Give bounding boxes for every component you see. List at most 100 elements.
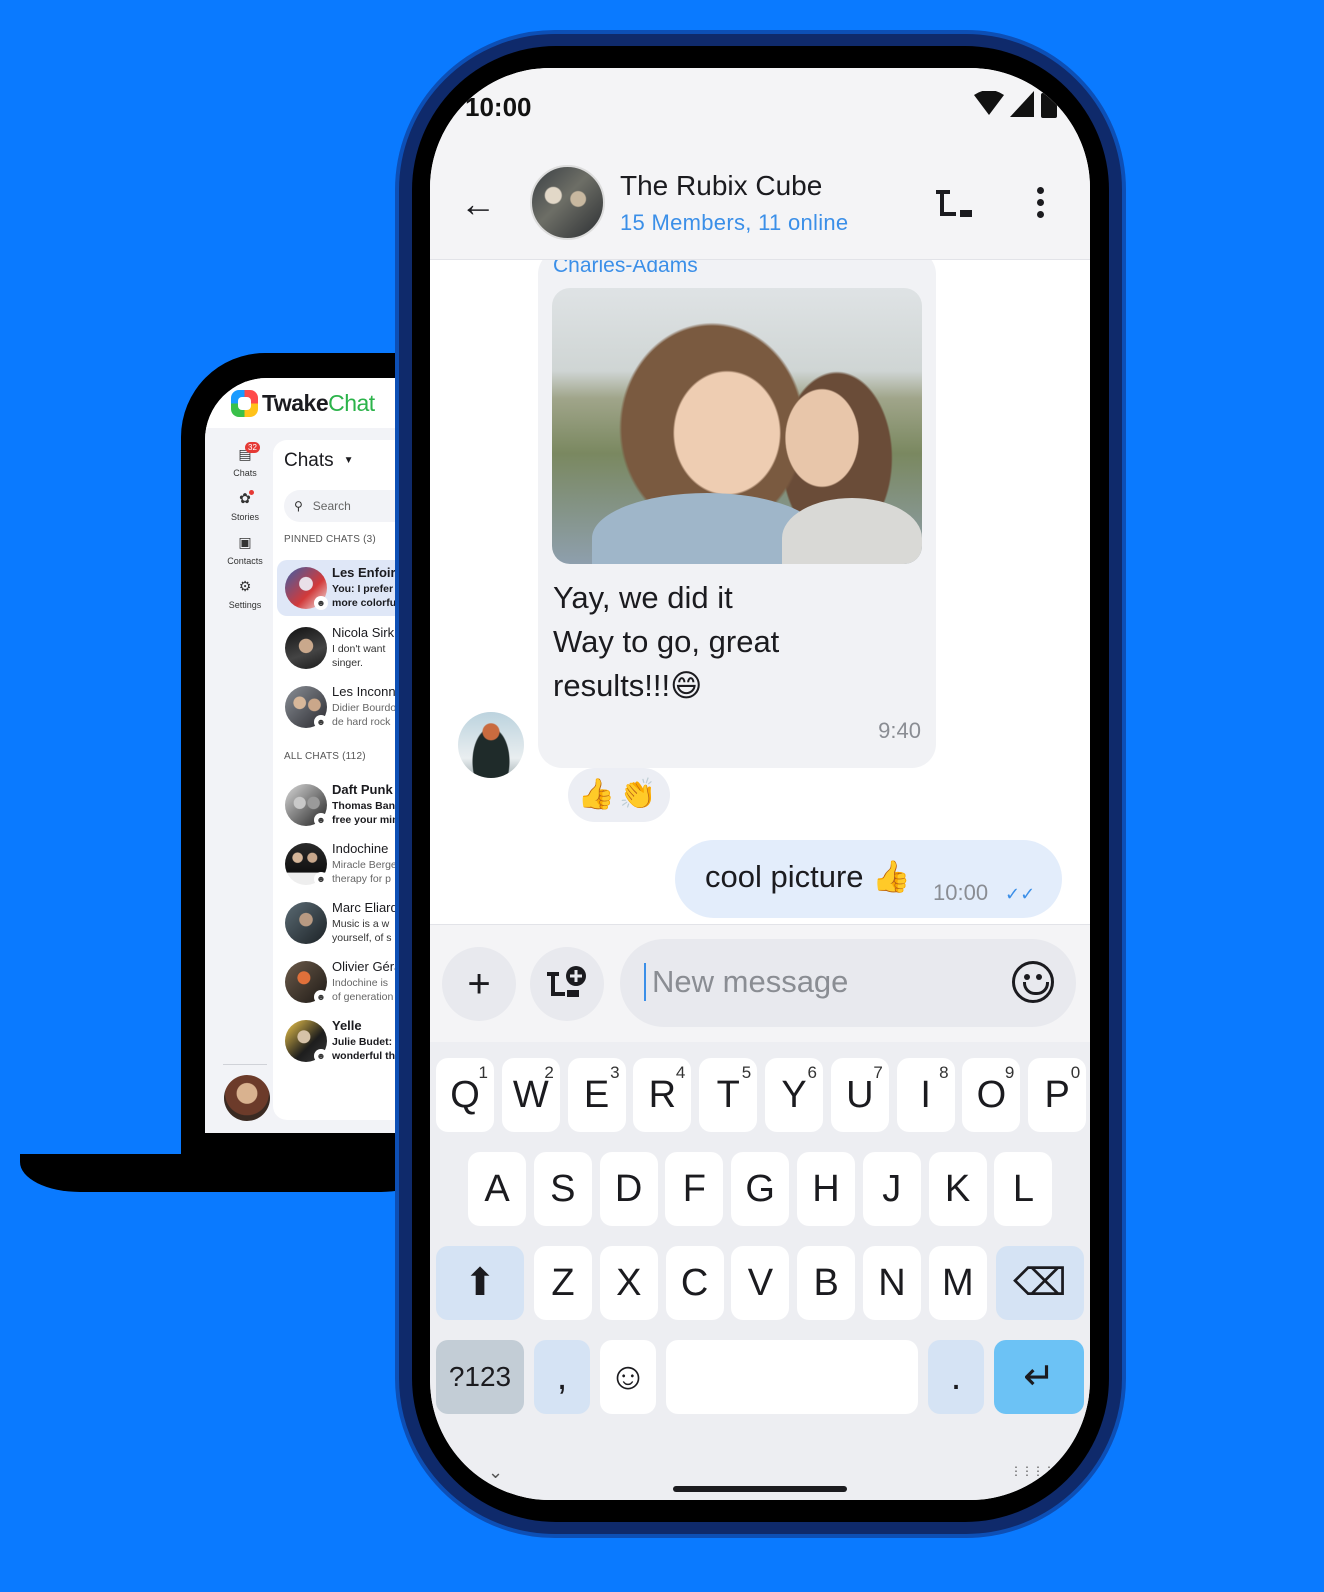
backspace-key[interactable]: ⌫ (996, 1246, 1084, 1320)
signal-icon (1010, 91, 1034, 117)
key-s[interactable]: S (533, 1152, 592, 1226)
my-avatar[interactable] (224, 1075, 270, 1121)
key-n[interactable]: N (863, 1246, 921, 1320)
sender-name[interactable]: Charles-Adams (553, 260, 698, 278)
all-chats-section-header: ALL CHATS (112) (284, 751, 366, 762)
key-k[interactable]: K (928, 1152, 987, 1226)
key-j[interactable]: J (862, 1152, 921, 1226)
task-add-icon (547, 966, 586, 997)
emoji-key[interactable]: ☺ (600, 1340, 656, 1414)
group-members-status: 15 Members, 11 online (620, 210, 849, 235)
message-time: 10:00 (933, 880, 989, 905)
key-hint: 6 (807, 1063, 817, 1082)
battery-icon (1041, 90, 1057, 118)
avatar (285, 627, 327, 669)
status-bar: 10:00 (430, 68, 1090, 154)
key-b[interactable]: B (797, 1246, 856, 1320)
chat-app-bar: ← The Rubix Cube 15 Members, 11 online (430, 154, 1090, 260)
read-receipt-icon: ✓✓ (1005, 884, 1036, 904)
add-attachment-button[interactable]: + (442, 947, 516, 1021)
key-hint: 0 (1070, 1063, 1081, 1082)
chevron-down-icon: ▼ (343, 455, 354, 467)
group-icon: ☻ (314, 990, 328, 1004)
keyboard-switch-icon[interactable]: ⋮⋮⋮⋮ (1010, 1464, 1055, 1478)
emoji-picker-icon[interactable] (1012, 961, 1054, 1003)
add-task-button[interactable] (530, 947, 604, 1021)
message-text: cool picture 👍 (705, 859, 911, 894)
key-hint: 7 (873, 1063, 883, 1082)
key-c[interactable]: C (665, 1246, 724, 1320)
text-cursor (644, 963, 646, 1001)
home-indicator[interactable] (673, 1486, 847, 1492)
message-time: 9:40 (878, 718, 921, 743)
shift-icon: ⬆ (464, 1262, 496, 1304)
key-e[interactable]: E3 (567, 1058, 626, 1132)
twake-logo-icon (231, 389, 258, 417)
pinned-section-header: PINNED CHATS (3) (284, 534, 376, 545)
key-v[interactable]: V (731, 1246, 790, 1320)
shift-key[interactable]: ⬆ (436, 1246, 524, 1320)
chat-list-title[interactable]: Chats ▼ (284, 450, 354, 472)
key-i[interactable]: I8 (896, 1058, 955, 1132)
unread-badge: 32 (245, 442, 260, 453)
key-hint: 9 (1004, 1063, 1015, 1082)
key-q[interactable]: Q1 (436, 1058, 494, 1132)
wifi-icon (974, 91, 1004, 115)
message-text: Yay, we did it Way to go, great results!… (553, 580, 780, 703)
message-timeline[interactable]: Charles-Adams Yay, we did it Way to go, … (430, 260, 1090, 924)
key-h[interactable]: H (797, 1152, 855, 1226)
group-icon: ☻ (314, 715, 328, 729)
on-screen-keyboard: ⌄ ⋮⋮⋮⋮ Q 1 W 2 E 3 R 4 T 5 Y 6 U 7 I 8 O 9 P 0 A S D F G H J K L ⬆ Z X C… (430, 1042, 1090, 1500)
outgoing-message-bubble[interactable]: cool picture 👍 10:00 ✓✓ (675, 840, 1062, 918)
emoji-icon: ☺ (608, 1356, 648, 1398)
laptop-base (20, 1154, 440, 1192)
notification-dot (249, 490, 254, 495)
key-y[interactable]: Y6 (765, 1058, 823, 1132)
sender-avatar[interactable] (458, 712, 524, 778)
group-name[interactable]: The Rubix Cube (620, 170, 822, 202)
group-icon: ☻ (314, 872, 328, 886)
enter-icon: ↵ (1023, 1356, 1055, 1398)
message-reactions[interactable]: 👍👏 (568, 768, 670, 822)
key-o[interactable]: O9 (962, 1058, 1021, 1132)
key-z[interactable]: Z (534, 1246, 592, 1320)
key-hint: 4 (675, 1063, 686, 1082)
message-composer: + New message (430, 924, 1090, 1042)
key-f[interactable]: F (665, 1152, 724, 1226)
symbols-key[interactable]: ?123 (436, 1340, 524, 1414)
key-hint: 8 (939, 1063, 949, 1082)
brand-name: TwakeChat (262, 389, 375, 416)
comma-key[interactable]: , (534, 1340, 590, 1414)
group-icon: ☻ (314, 596, 328, 610)
backspace-icon: ⌫ (1013, 1262, 1067, 1304)
key-t[interactable]: T5 (699, 1058, 758, 1132)
more-vert-icon[interactable] (1030, 182, 1050, 226)
key-a[interactable]: A (468, 1152, 526, 1226)
message-image[interactable] (552, 288, 922, 564)
key-r[interactable]: R4 (633, 1058, 692, 1132)
avatar (285, 902, 327, 944)
key-w[interactable]: W2 (501, 1058, 560, 1132)
collapse-keyboard-icon[interactable]: ⌄ (488, 1462, 503, 1483)
plus-icon: + (467, 962, 491, 1006)
key-hint: 5 (741, 1063, 752, 1082)
key-u[interactable]: U7 (830, 1058, 889, 1132)
message-input[interactable]: New message (620, 939, 1076, 1027)
key-l[interactable]: L (994, 1152, 1053, 1226)
key-d[interactable]: D (599, 1152, 658, 1226)
back-arrow-icon[interactable]: ← (460, 184, 496, 224)
enter-key[interactable]: ↵ (994, 1340, 1084, 1414)
phone-screen: 10:00 ← The Rubix Cube 15 Members, 11 on… (430, 68, 1090, 1500)
key-x[interactable]: X (599, 1246, 658, 1320)
threads-icon[interactable] (932, 184, 974, 226)
space-key[interactable] (666, 1340, 918, 1414)
status-icons (974, 90, 1058, 118)
group-avatar[interactable] (530, 165, 605, 240)
period-key[interactable]: . (928, 1340, 984, 1414)
key-p[interactable]: P0 (1028, 1058, 1087, 1132)
key-g[interactable]: G (731, 1152, 790, 1226)
nav-rail: ▤ 32 Chats ✿ Stories ▣ Contacts ⚙ Setting… (205, 428, 270, 1133)
key-hint: 2 (544, 1063, 554, 1082)
key-m[interactable]: M (928, 1246, 987, 1320)
incoming-message-bubble[interactable]: Charles-Adams Yay, we did it Way to go, … (538, 260, 936, 768)
